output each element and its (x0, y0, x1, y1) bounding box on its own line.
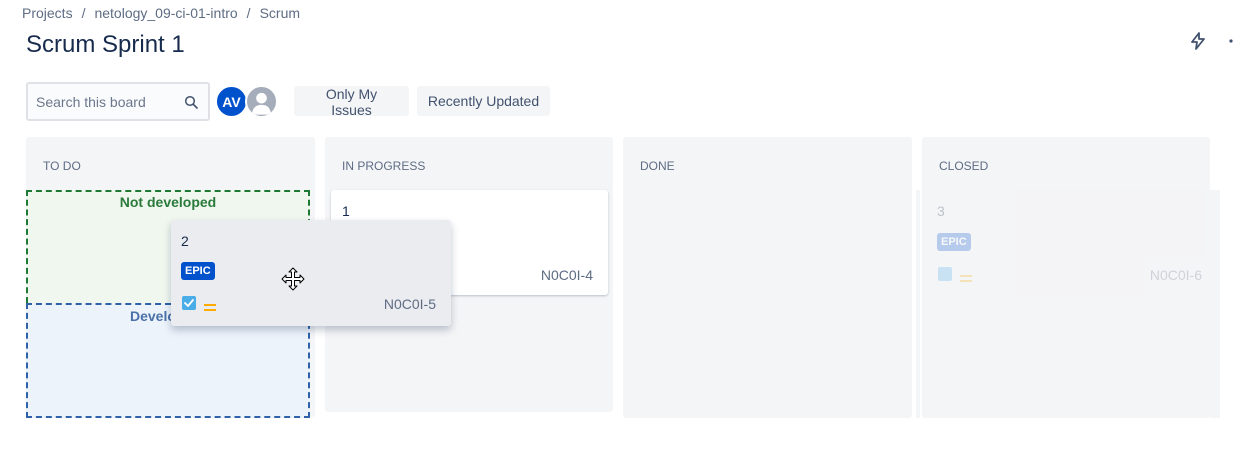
breadcrumb-project[interactable]: netology_09-ci-01-intro (94, 5, 237, 21)
more-icon[interactable] (1224, 31, 1233, 51)
move-cursor-icon (281, 267, 305, 291)
card-summary: 2 (181, 233, 189, 249)
card-key[interactable]: N0C0I-4 (541, 267, 593, 283)
card-summary: 3 (937, 203, 945, 219)
task-checkbox-icon (938, 267, 952, 281)
column-title: IN PROGRESS (342, 159, 426, 173)
breadcrumb-separator: / (246, 5, 251, 21)
only-my-issues-button[interactable]: Only My Issues (294, 86, 409, 118)
breadcrumb-board[interactable]: Scrum (260, 5, 300, 21)
column-divider (1210, 190, 1220, 418)
task-checkbox-icon (182, 296, 196, 310)
column-title: TO DO (43, 159, 81, 173)
column-title: CLOSED (939, 159, 989, 173)
priority-medium-icon (204, 299, 216, 311)
card-key: N0C0I-6 (1149, 267, 1202, 283)
avatar-av[interactable]: AV (215, 85, 248, 118)
card-key[interactable]: N0C0I-5 (384, 296, 436, 312)
issue-card-dragging[interactable]: 2 EPIC N0C0I-5 (171, 220, 451, 326)
column-divider (916, 190, 920, 418)
breadcrumb-projects[interactable]: Projects (22, 5, 73, 21)
dropzone-label: Not developed (119, 194, 217, 210)
issue-card-ghost: 3 EPIC N0C0I-6 (929, 190, 1205, 296)
epic-badge: EPIC (181, 262, 215, 280)
search-box (26, 82, 210, 121)
priority-medium-icon (960, 270, 972, 282)
lightning-icon[interactable] (1188, 31, 1208, 51)
column-done: DONE (623, 137, 912, 418)
column-title: DONE (640, 159, 675, 173)
recently-updated-button[interactable]: Recently Updated (417, 86, 550, 116)
avatar-default[interactable] (245, 85, 278, 118)
search-input[interactable] (36, 93, 176, 110)
breadcrumb-separator: / (81, 5, 86, 21)
breadcrumb: Projects / netology_09-ci-01-intro / Scr… (22, 5, 300, 21)
epic-badge: EPIC (937, 233, 971, 251)
search-icon[interactable] (184, 95, 198, 109)
user-icon (251, 92, 272, 115)
page-title: Scrum Sprint 1 (26, 31, 185, 58)
card-summary: 1 (342, 203, 350, 219)
